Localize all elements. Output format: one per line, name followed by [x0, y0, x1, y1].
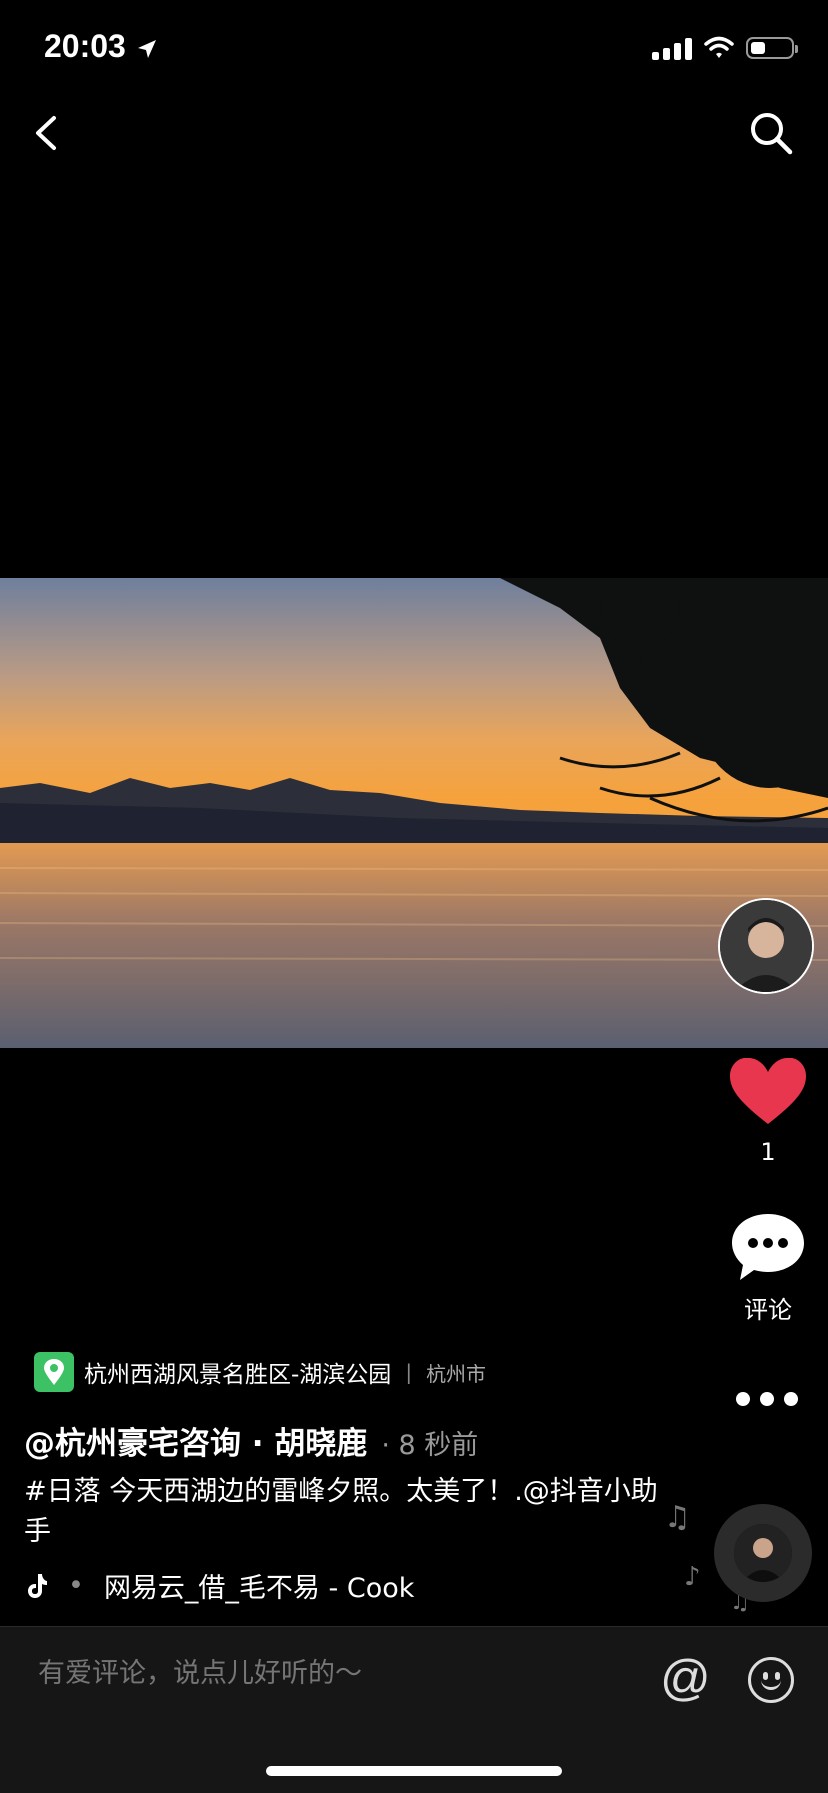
author-line: @杭州豪宅咨询 · 胡晓鹿 · 8 秒前	[24, 1418, 478, 1463]
comment-label: 评论	[744, 1296, 792, 1324]
music-note-icon: ♪	[684, 1562, 701, 1592]
location-arrow-icon	[137, 39, 156, 58]
signal-icon	[652, 36, 692, 60]
comment-input[interactable]	[36, 1657, 600, 1690]
home-indicator	[266, 1766, 562, 1776]
music-disc[interactable]	[714, 1504, 812, 1602]
mention-icon[interactable]: @	[660, 1653, 711, 1703]
tiktok-note-icon	[28, 1573, 47, 1598]
location-tag[interactable]: 杭州西湖风景名胜区-湖滨公园 | 杭州市	[34, 1352, 486, 1392]
music-title: 网易云_借_毛不易 - Cook	[103, 1573, 415, 1604]
status-time: 20:03	[44, 28, 159, 65]
more-options-button[interactable]	[736, 1392, 798, 1406]
avatar-image	[720, 900, 812, 992]
search-icon[interactable]	[746, 108, 796, 158]
author-name[interactable]: @杭州豪宅咨询 · 胡晓鹿	[24, 1418, 367, 1463]
battery-icon	[746, 37, 798, 59]
like-count: 1	[760, 1138, 776, 1166]
location-city: 杭州市	[426, 1361, 487, 1386]
music-dot: •	[68, 1570, 84, 1601]
status-icons	[652, 36, 798, 60]
video-player[interactable]	[0, 578, 828, 1048]
location-pin-icon	[34, 1352, 74, 1392]
music-ticker[interactable]: • 网易云_借_毛不易 - Cook	[26, 1566, 446, 1605]
back-icon[interactable]	[26, 108, 70, 158]
like-heart-icon[interactable]	[730, 1058, 806, 1126]
post-description: #日落 今天西湖边的雷峰夕照。太美了！.@抖音小助手	[24, 1476, 658, 1547]
emoji-icon[interactable]	[748, 1657, 794, 1703]
author-avatar[interactable]	[718, 898, 814, 994]
music-disc-cover	[734, 1524, 792, 1582]
video-frame	[0, 578, 828, 1048]
wifi-icon	[704, 36, 734, 58]
comment-icon[interactable]	[730, 1212, 806, 1282]
location-separator: |	[405, 1360, 413, 1384]
location-name: 杭州西湖风景名胜区-湖滨公园	[84, 1362, 392, 1388]
post-time: · 8 秒前	[381, 1430, 479, 1461]
music-note-icon: ♫	[664, 1500, 691, 1535]
